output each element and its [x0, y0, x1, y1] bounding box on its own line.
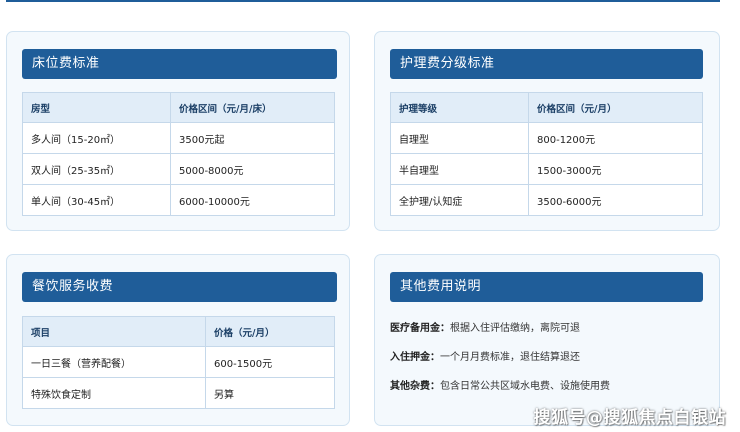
- table-row: 单人间（30-45㎡） 6000-10000元: [22, 184, 335, 216]
- item-cell: 一日三餐（营养配餐）: [22, 346, 206, 378]
- price-cell: 1500-3000元: [528, 153, 703, 185]
- other-fee-card: 其他费用说明 医疗备用金：根据入住评估缴纳，离院可退 入住押金：一个月月费标准，…: [374, 254, 720, 426]
- other-fee-title: 其他费用说明: [390, 272, 703, 302]
- top-divider-line: [6, 0, 720, 2]
- table-row: 全护理/认知症 3500-6000元: [390, 184, 703, 216]
- meal-fee-card: 餐饮服务收费 项目 价格（元/月） 一日三餐（营养配餐） 600-1500元 特…: [6, 254, 350, 426]
- care-level-cell: 全护理/认知症: [390, 184, 529, 216]
- care-fee-title: 护理费分级标准: [390, 49, 703, 79]
- bed-fee-card: 床位费标准 房型 价格区间（元/月/床） 多人间（15-20㎡） 3500元起 …: [6, 31, 350, 231]
- price-cell: 600-1500元: [205, 346, 335, 378]
- column-header-price-range: 价格区间（元/月）: [528, 92, 703, 123]
- note-label: 入住押金：: [390, 352, 440, 363]
- care-level-cell: 自理型: [390, 122, 529, 154]
- misc-fee-note: 其他杂费：包含日常公共区域水电费、设施使用费: [390, 377, 610, 392]
- price-cell: 3500元起: [170, 122, 335, 154]
- table-row: 半自理型 1500-3000元: [390, 153, 703, 185]
- column-header-care-level: 护理等级: [390, 92, 529, 123]
- room-type-cell: 单人间（30-45㎡）: [22, 184, 171, 216]
- source-watermark: 搜狐号@搜狐焦点白银站: [533, 408, 726, 428]
- note-label: 其他杂费：: [390, 381, 440, 392]
- note-text: 包含日常公共区域水电费、设施使用费: [440, 381, 610, 392]
- bed-fee-table: 房型 价格区间（元/月/床） 多人间（15-20㎡） 3500元起 双人间（25…: [22, 92, 335, 216]
- note-text: 一个月月费标准，退住结算退还: [440, 352, 580, 363]
- care-fee-card: 护理费分级标准 护理等级 价格区间（元/月） 自理型 800-1200元 半自理…: [374, 31, 720, 231]
- care-fee-table: 护理等级 价格区间（元/月） 自理型 800-1200元 半自理型 1500-3…: [390, 92, 703, 216]
- column-header-price: 价格（元/月）: [205, 316, 335, 347]
- room-type-cell: 双人间（25-35㎡）: [22, 153, 171, 185]
- price-cell: 6000-10000元: [170, 184, 335, 216]
- bed-fee-title: 床位费标准: [22, 49, 337, 79]
- table-row: 一日三餐（营养配餐） 600-1500元: [22, 346, 335, 378]
- note-text: 根据入住评估缴纳，离院可退: [450, 323, 580, 334]
- deposit-note: 入住押金：一个月月费标准，退住结算退还: [390, 348, 580, 363]
- table-row: 双人间（25-35㎡） 5000-8000元: [22, 153, 335, 185]
- table-row: 特殊饮食定制 另算: [22, 377, 335, 409]
- price-cell: 800-1200元: [528, 122, 703, 154]
- meal-fee-table: 项目 价格（元/月） 一日三餐（营养配餐） 600-1500元 特殊饮食定制 另…: [22, 316, 335, 409]
- column-header-room-type: 房型: [22, 92, 171, 123]
- meal-fee-title: 餐饮服务收费: [22, 272, 337, 302]
- table-row: 多人间（15-20㎡） 3500元起: [22, 122, 335, 154]
- item-cell: 特殊饮食定制: [22, 377, 206, 409]
- care-level-cell: 半自理型: [390, 153, 529, 185]
- note-label: 医疗备用金：: [390, 323, 450, 334]
- column-header-item: 项目: [22, 316, 206, 347]
- room-type-cell: 多人间（15-20㎡）: [22, 122, 171, 154]
- medical-reserve-note: 医疗备用金：根据入住评估缴纳，离院可退: [390, 319, 580, 334]
- price-cell: 另算: [205, 377, 335, 409]
- price-cell: 5000-8000元: [170, 153, 335, 185]
- table-row: 自理型 800-1200元: [390, 122, 703, 154]
- price-cell: 3500-6000元: [528, 184, 703, 216]
- column-header-price-range: 价格区间（元/月/床）: [170, 92, 335, 123]
